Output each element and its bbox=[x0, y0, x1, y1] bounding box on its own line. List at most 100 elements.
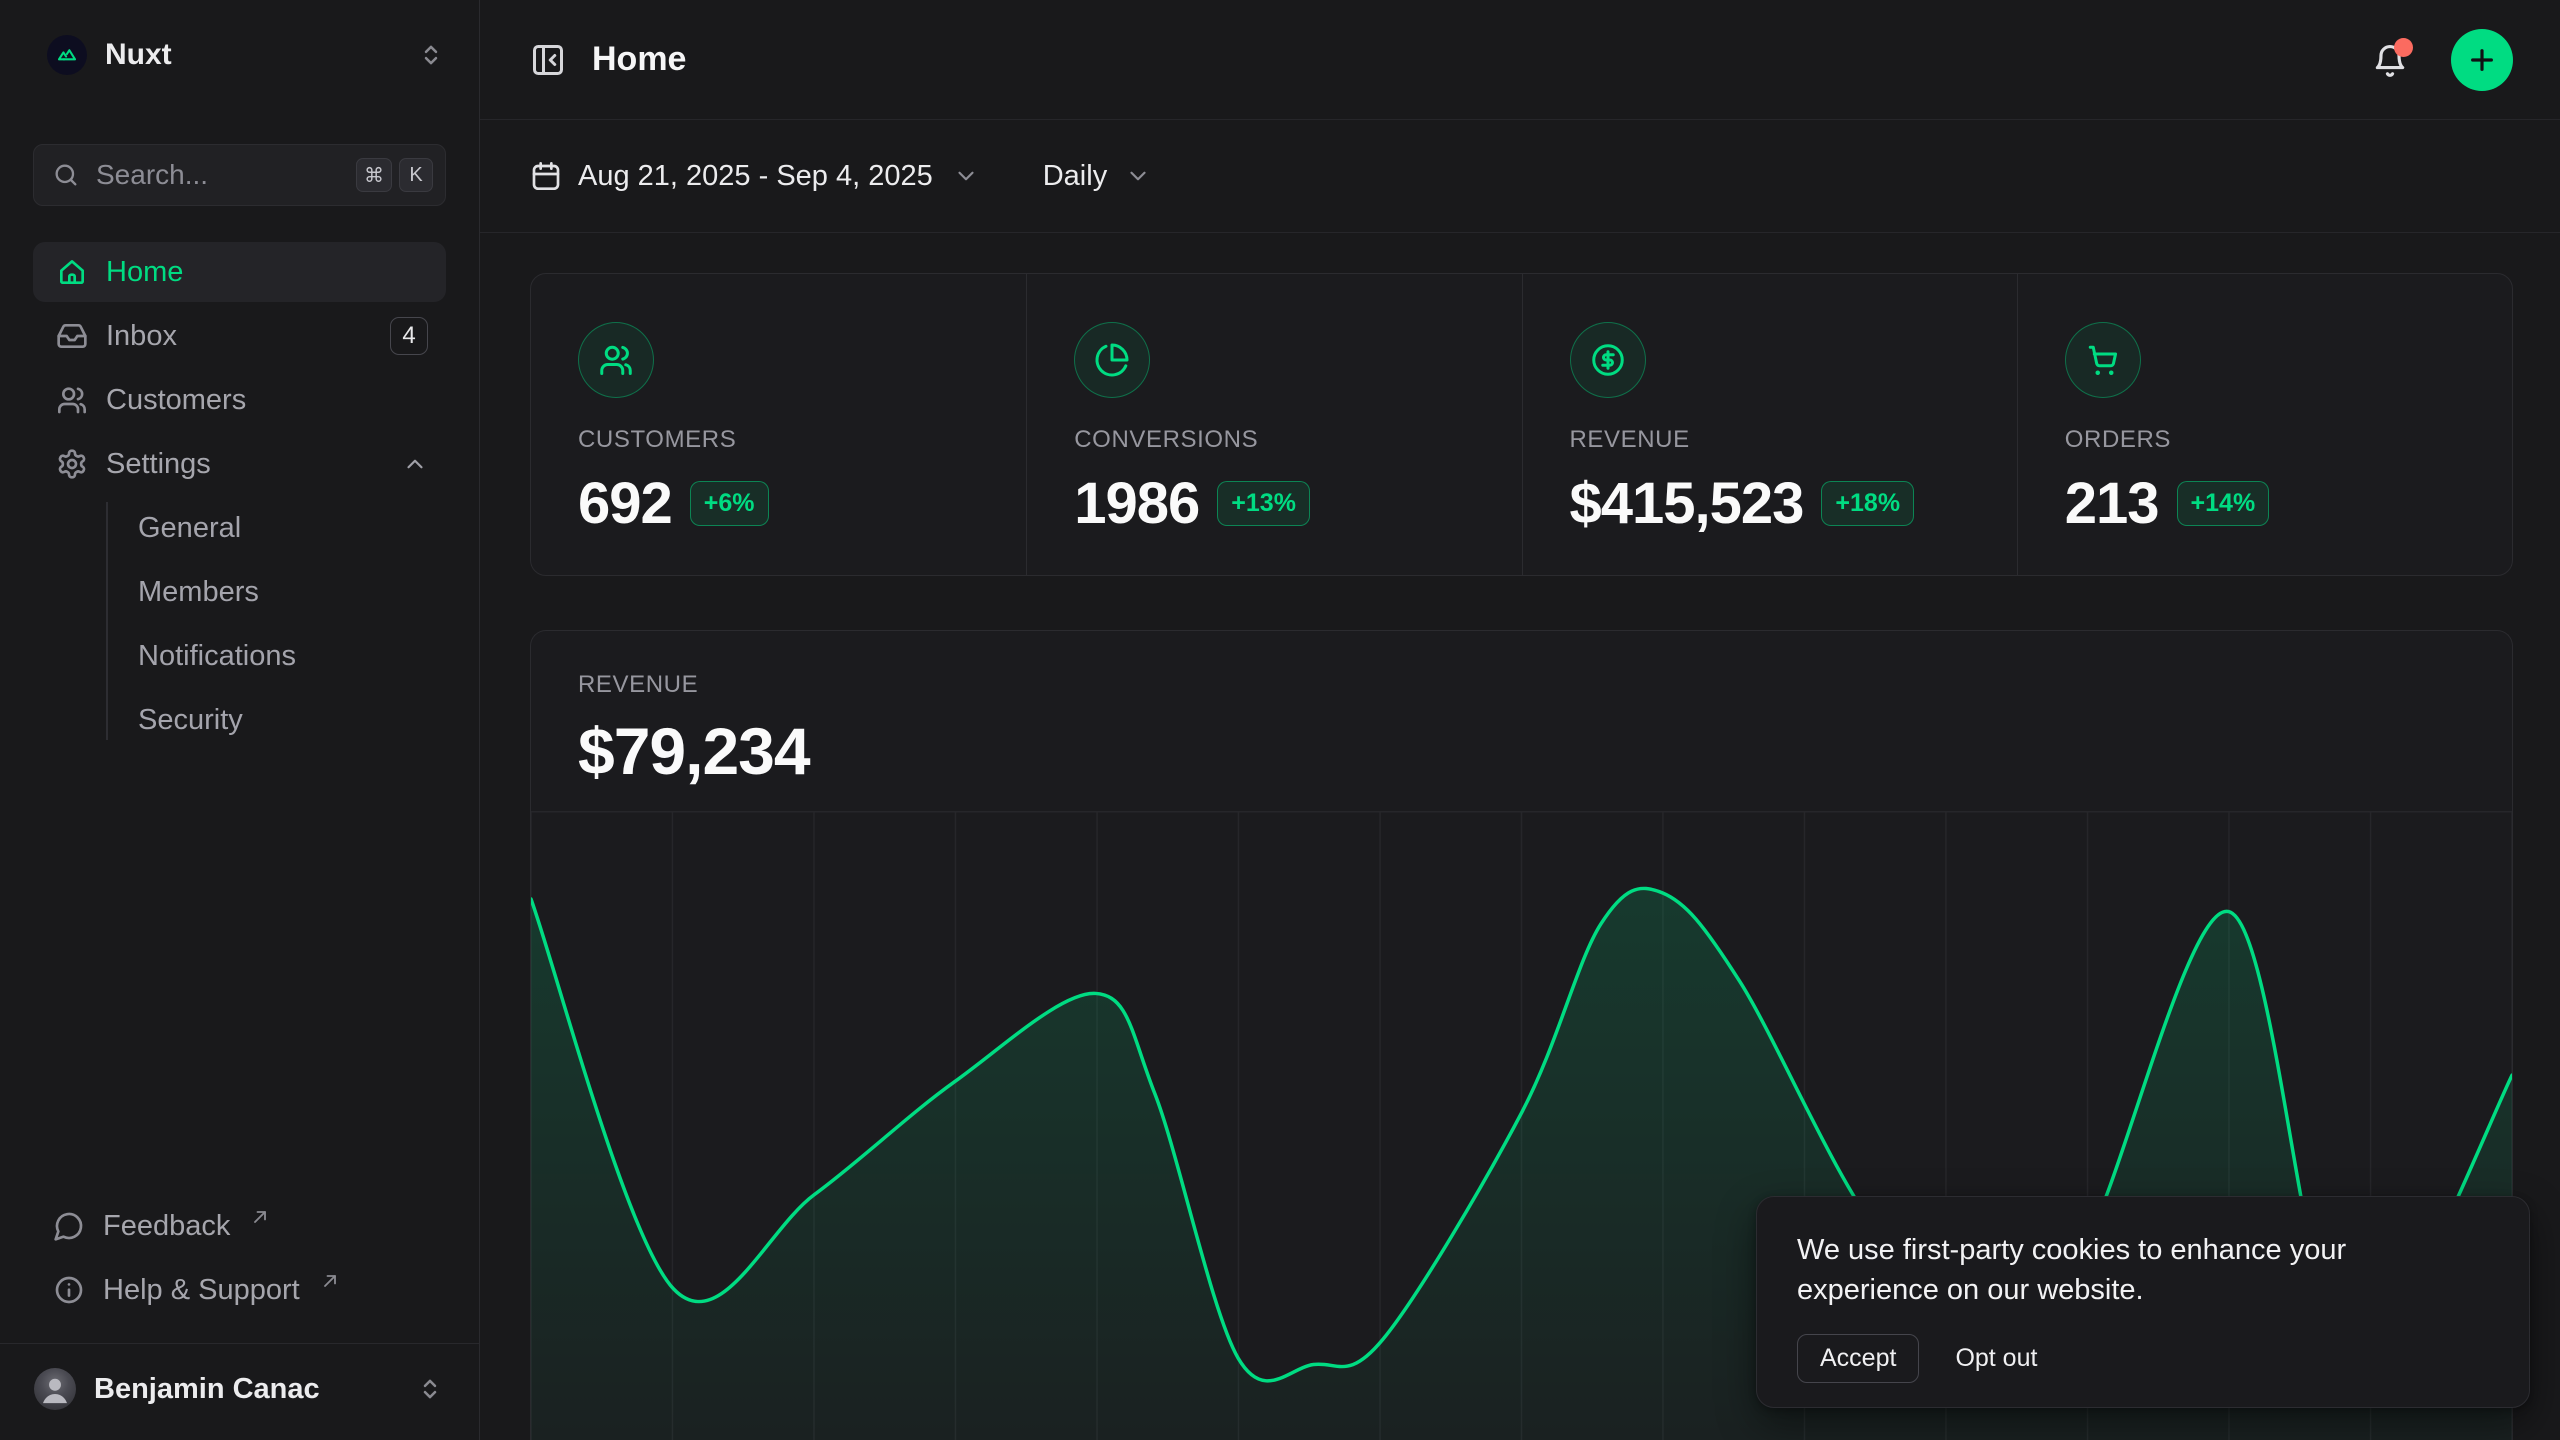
settings-icon bbox=[56, 448, 88, 480]
plus-icon bbox=[2466, 44, 2498, 76]
message-circle-icon bbox=[53, 1210, 85, 1242]
calendar-icon bbox=[530, 160, 562, 192]
notification-dot bbox=[2394, 38, 2413, 57]
page-header: Home bbox=[480, 0, 2560, 120]
sidebar-item-customers[interactable]: Customers bbox=[33, 370, 446, 430]
collapse-sidebar-icon[interactable] bbox=[530, 42, 566, 78]
search-icon bbox=[52, 161, 80, 189]
stat-label: CUSTOMERS bbox=[578, 426, 996, 454]
info-circle-icon bbox=[53, 1274, 85, 1306]
stat-value: 1986 bbox=[1074, 470, 1199, 537]
sidebar-item-label: Home bbox=[106, 256, 183, 289]
search-placeholder: Search... bbox=[96, 159, 208, 191]
sidebar-user-section: Benjamin Canac bbox=[0, 1343, 479, 1440]
sidebar-item-settings[interactable]: Settings bbox=[33, 434, 446, 494]
workspace-switcher[interactable]: Nuxt bbox=[33, 30, 446, 80]
sidebar-item-notifications[interactable]: Notifications bbox=[66, 626, 413, 686]
nuxt-logo-icon bbox=[47, 35, 87, 75]
cookie-actions: Accept Opt out bbox=[1797, 1334, 2489, 1383]
inbox-icon bbox=[56, 320, 88, 352]
sidebar-item-label: Feedback bbox=[103, 1210, 230, 1243]
stat-icon-badge bbox=[2065, 322, 2141, 398]
notifications-button[interactable] bbox=[2371, 41, 2409, 79]
sidebar-item-help-support[interactable]: Help & Support bbox=[33, 1261, 446, 1319]
revenue-chart-header: REVENUE $79,234 bbox=[531, 631, 2512, 789]
date-range-value: Aug 21, 2025 - Sep 4, 2025 bbox=[578, 160, 933, 193]
filters-toolbar: Aug 21, 2025 - Sep 4, 2025 Daily bbox=[480, 120, 2560, 233]
sidebar-item-label: Members bbox=[138, 576, 259, 609]
granularity-value: Daily bbox=[1043, 160, 1107, 193]
accept-button[interactable]: Accept bbox=[1797, 1334, 1919, 1383]
date-range-picker[interactable]: Aug 21, 2025 - Sep 4, 2025 bbox=[530, 160, 979, 193]
search-kbd-hints: ⌘ K bbox=[356, 158, 433, 192]
chevron-down-icon bbox=[1125, 163, 1151, 189]
stat-delta-badge: +6% bbox=[690, 481, 769, 526]
sidebar-footer-nav: Feedback Help & Support bbox=[33, 1197, 446, 1325]
chart-current-value: $79,234 bbox=[578, 713, 2465, 789]
sidebar-item-general[interactable]: General bbox=[66, 498, 413, 558]
chart-title: REVENUE bbox=[578, 671, 2465, 699]
settings-subnav: General Members Notifications Security bbox=[66, 498, 413, 750]
app-root: Nuxt Search... ⌘ K Home bbox=[0, 0, 2560, 1440]
sidebar-item-label: Help & Support bbox=[103, 1274, 300, 1307]
external-link-icon bbox=[250, 1207, 270, 1227]
sidebar-spacer bbox=[0, 754, 479, 1197]
stat-customers: CUSTOMERS 692 +6% bbox=[531, 274, 1026, 575]
chevron-selector-icon bbox=[415, 1374, 445, 1404]
sidebar-nav: Home Inbox 4 Customers bbox=[33, 242, 446, 754]
stat-revenue: REVENUE $415,523 +18% bbox=[1522, 274, 2017, 575]
user-menu[interactable]: Benjamin Canac bbox=[20, 1358, 459, 1420]
avatar bbox=[34, 1368, 76, 1410]
sidebar-item-label: Security bbox=[138, 704, 243, 737]
search-input[interactable]: Search... ⌘ K bbox=[33, 144, 446, 206]
stat-conversions: CONVERSIONS 1986 +13% bbox=[1026, 274, 1521, 575]
page-title: Home bbox=[592, 40, 686, 79]
add-button[interactable] bbox=[2451, 29, 2513, 91]
sidebar-item-members[interactable]: Members bbox=[66, 562, 413, 622]
cookie-banner: We use first-party cookies to enhance yo… bbox=[1756, 1196, 2530, 1408]
stat-icon-badge bbox=[1570, 322, 1646, 398]
stat-delta-badge: +13% bbox=[1217, 481, 1310, 526]
pie-chart-icon bbox=[1094, 342, 1130, 378]
home-icon bbox=[56, 256, 88, 288]
sidebar-item-feedback[interactable]: Feedback bbox=[33, 1197, 446, 1255]
sidebar-item-inbox[interactable]: Inbox 4 bbox=[33, 306, 446, 366]
chevron-down-icon bbox=[953, 163, 979, 189]
stat-value: 213 bbox=[2065, 470, 2159, 537]
sidebar-item-label: General bbox=[138, 512, 241, 545]
users-icon bbox=[598, 342, 634, 378]
cookie-message: We use first-party cookies to enhance yo… bbox=[1797, 1230, 2397, 1310]
external-link-icon bbox=[320, 1271, 340, 1291]
chevron-up-icon bbox=[402, 451, 428, 477]
opt-out-button[interactable]: Opt out bbox=[1951, 1335, 2041, 1382]
stats-row: CUSTOMERS 692 +6% CONVERSIONS bbox=[530, 273, 2513, 576]
chevron-selector-icon bbox=[416, 40, 446, 70]
kbd-k: K bbox=[399, 158, 433, 192]
users-icon bbox=[56, 384, 88, 416]
circle-dollar-icon bbox=[1590, 342, 1626, 378]
sidebar-item-security[interactable]: Security bbox=[66, 690, 413, 750]
sidebar-item-label: Inbox bbox=[106, 320, 177, 353]
user-name: Benjamin Canac bbox=[94, 1373, 320, 1406]
stat-orders: ORDERS 213 +14% bbox=[2017, 274, 2512, 575]
stat-value: $415,523 bbox=[1570, 470, 1804, 537]
stat-value: 692 bbox=[578, 470, 672, 537]
kbd-cmd: ⌘ bbox=[356, 158, 392, 192]
stat-label: REVENUE bbox=[1570, 426, 1987, 454]
stat-label: CONVERSIONS bbox=[1074, 426, 1491, 454]
sidebar-item-home[interactable]: Home bbox=[33, 242, 446, 302]
header-actions bbox=[2371, 29, 2513, 91]
sidebar-item-label: Notifications bbox=[138, 640, 296, 673]
stat-delta-badge: +18% bbox=[1821, 481, 1914, 526]
inbox-count-badge: 4 bbox=[390, 317, 428, 355]
stat-delta-badge: +14% bbox=[2177, 481, 2270, 526]
sidebar-item-label: Customers bbox=[106, 384, 246, 417]
granularity-select[interactable]: Daily bbox=[1043, 160, 1151, 193]
stat-label: ORDERS bbox=[2065, 426, 2482, 454]
stat-icon-badge bbox=[578, 322, 654, 398]
stat-icon-badge bbox=[1074, 322, 1150, 398]
workspace-name: Nuxt bbox=[105, 38, 172, 72]
sidebar: Nuxt Search... ⌘ K Home bbox=[0, 0, 480, 1440]
shopping-cart-icon bbox=[2085, 342, 2121, 378]
sidebar-item-label: Settings bbox=[106, 448, 211, 481]
